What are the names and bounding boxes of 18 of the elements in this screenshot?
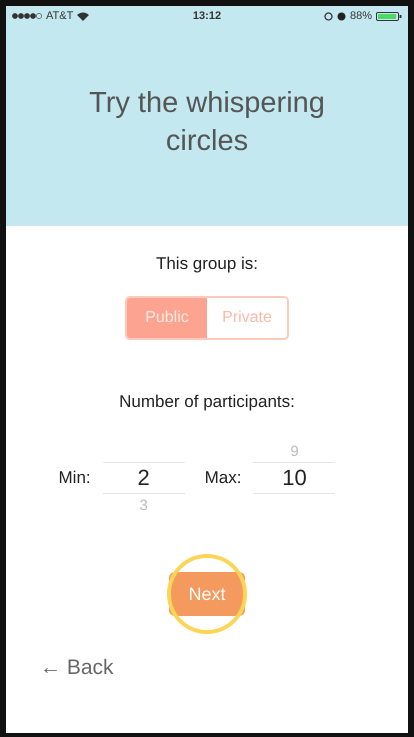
picker-label: Max:	[204, 468, 242, 488]
picker-option[interactable]: 9	[290, 442, 299, 460]
next-button[interactable]: Next	[169, 572, 245, 616]
number-picker[interactable]: 10	[253, 462, 336, 494]
carrier-text: AT&T	[46, 10, 74, 22]
picker-option[interactable]: 3	[139, 496, 148, 514]
group-type-label: This group is:	[156, 254, 258, 274]
back-link[interactable]: ← Back	[40, 656, 114, 679]
screen-title: Try the whispering circles	[88, 86, 326, 159]
picker-label: Min:	[58, 468, 91, 488]
signal-icon	[12, 13, 42, 19]
number-picker[interactable]: 2	[102, 462, 185, 494]
battery-icon	[376, 12, 402, 20]
clock-text: 13:12	[192, 10, 222, 22]
visibility-option[interactable]: Public	[127, 298, 207, 338]
wifi-icon	[77, 12, 90, 20]
battery-text: 88%	[350, 10, 372, 22]
participants-label: Number of participants:	[119, 392, 295, 412]
